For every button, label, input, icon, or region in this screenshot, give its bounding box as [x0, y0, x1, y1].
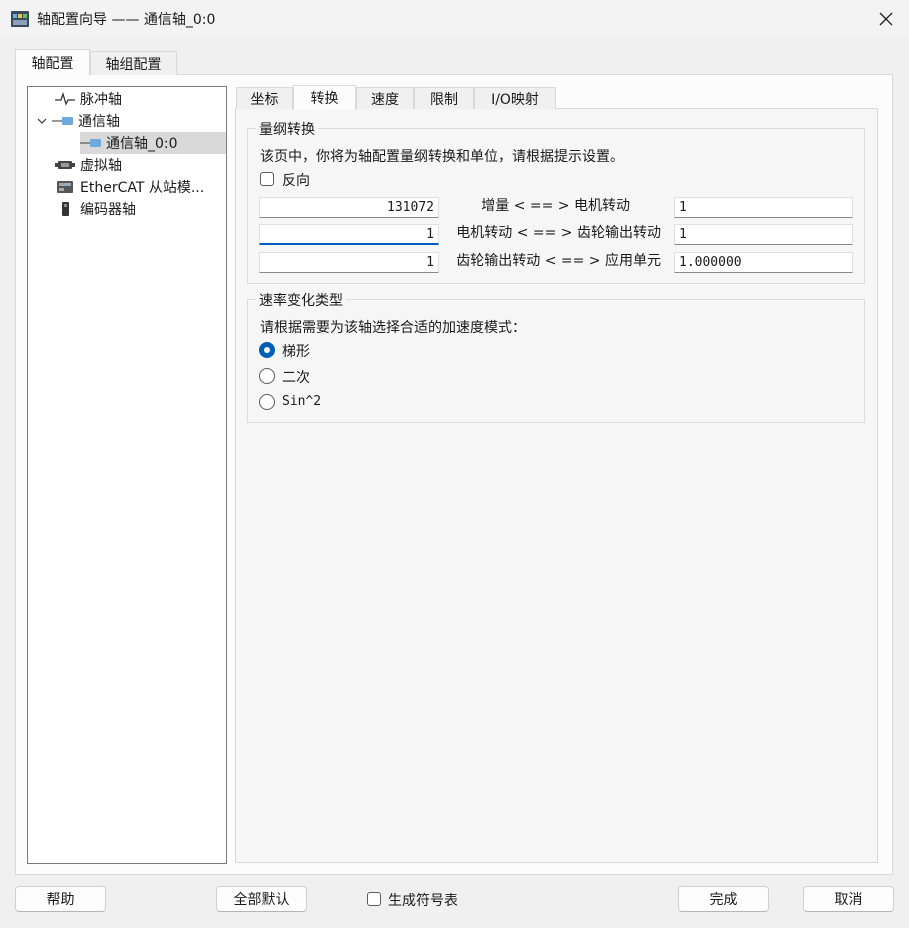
- conversion-description: 该页中，你将为轴配置量纲转换和单位，请根据提示设置。: [260, 149, 624, 165]
- comm-axis-icon: [80, 135, 102, 151]
- tree-item-ethercat-slave[interactable]: EtherCAT 从站模...: [54, 176, 204, 198]
- close-icon: [879, 12, 893, 26]
- cancel-button-label: 取消: [834, 892, 863, 908]
- reverse-checkbox[interactable]: [260, 172, 274, 186]
- tree-item-virtual-axis[interactable]: 虚拟轴: [54, 154, 122, 176]
- motor-turns-field[interactable]: 1: [674, 197, 853, 218]
- motor-rotation-field[interactable]: 1: [259, 224, 439, 245]
- tab-label: 限制: [430, 91, 458, 108]
- tab-label: 转换: [310, 91, 339, 107]
- tree-item-label: 编码器轴: [80, 202, 136, 218]
- axis-tree[interactable]: 脉冲轴 通信轴 通信轴_0:0 虚拟轴 EtherCAT 从站模... 编码器轴: [27, 86, 227, 864]
- tab-conversion[interactable]: 转换: [293, 85, 356, 110]
- symbol-table-checkbox[interactable]: [367, 892, 381, 906]
- tree-item-pulse-axis[interactable]: 脉冲轴: [54, 88, 122, 110]
- tab-label: 速度: [371, 91, 399, 108]
- tab-axis-group-config[interactable]: 轴组配置: [90, 51, 177, 75]
- restore-defaults-label: 全部默认: [233, 892, 290, 908]
- tab-io-mapping[interactable]: I/O映射: [474, 87, 556, 109]
- tree-item-label: 虚拟轴: [80, 158, 122, 174]
- ramp-option-label: 二次: [282, 370, 310, 386]
- increment-ratio-label: 增量 < == > 电机转动: [481, 198, 630, 214]
- tree-item-label: 通信轴_0:0: [106, 136, 178, 152]
- tab-label: 坐标: [250, 91, 279, 108]
- tree-item-encoder-axis[interactable]: 编码器轴: [54, 198, 136, 220]
- symbol-table-label: 生成符号表: [388, 893, 458, 909]
- gear-output-rotation-field[interactable]: 1: [259, 252, 439, 273]
- finish-button[interactable]: 完成: [678, 886, 769, 912]
- ramp-quadratic-radio[interactable]: [259, 368, 275, 384]
- tree-item-label: 脉冲轴: [80, 92, 122, 108]
- finish-button-label: 完成: [709, 892, 738, 908]
- tree-item-comm-axis-0-0[interactable]: 通信轴_0:0: [80, 132, 226, 154]
- reverse-label: 反向: [282, 173, 310, 189]
- tab-label: 轴组配置: [105, 56, 162, 73]
- application-unit-ratio-label: 齿轮输出转动 < == > 应用单元: [456, 253, 661, 269]
- ramp-option-label: 梯形: [282, 344, 310, 360]
- ramp-option-label: Sin^2: [282, 394, 322, 409]
- encoder-icon: [54, 201, 76, 217]
- tab-axis-config[interactable]: 轴配置: [15, 49, 90, 76]
- tree-item-comm-axis[interactable]: 通信轴: [32, 110, 120, 132]
- restore-defaults-button[interactable]: 全部默认: [216, 886, 307, 912]
- tab-coordinates[interactable]: 坐标: [236, 87, 293, 109]
- tab-speed[interactable]: 速度: [356, 87, 414, 109]
- ramp-trapezoid-radio[interactable]: [259, 342, 275, 358]
- chevron-down-icon[interactable]: [32, 117, 52, 125]
- comm-axis-icon: [52, 113, 74, 129]
- cancel-button[interactable]: 取消: [803, 886, 894, 912]
- gear-output-field[interactable]: 1: [674, 224, 853, 245]
- tab-label: I/O映射: [491, 91, 539, 108]
- pulse-icon: [54, 91, 76, 107]
- tree-item-label: 通信轴: [78, 114, 120, 130]
- ethercat-slave-icon: [54, 179, 76, 195]
- tab-label: 轴配置: [31, 56, 74, 72]
- app-icon: [10, 9, 30, 29]
- window-title: 轴配置向导 —— 通信轴_0:0: [37, 12, 216, 28]
- help-button-label: 帮助: [46, 892, 75, 908]
- virtual-axis-icon: [54, 157, 76, 173]
- gear-ratio-label: 电机转动 < == > 齿轮输出转动: [456, 225, 661, 241]
- ramp-description: 请根据需要为该轴选择合适的加速度模式：: [260, 320, 526, 336]
- increment-field[interactable]: 131072: [259, 197, 439, 218]
- help-button[interactable]: 帮助: [15, 886, 106, 912]
- ramp-type-group-title: 速率变化类型: [256, 290, 346, 310]
- close-button[interactable]: [870, 4, 902, 34]
- application-unit-field[interactable]: 1.000000: [674, 252, 853, 273]
- tree-item-label: EtherCAT 从站模...: [80, 180, 205, 196]
- tab-limits[interactable]: 限制: [414, 87, 474, 109]
- ramp-sin2-radio[interactable]: [259, 394, 275, 410]
- conversion-group-title: 量纲转换: [256, 119, 318, 139]
